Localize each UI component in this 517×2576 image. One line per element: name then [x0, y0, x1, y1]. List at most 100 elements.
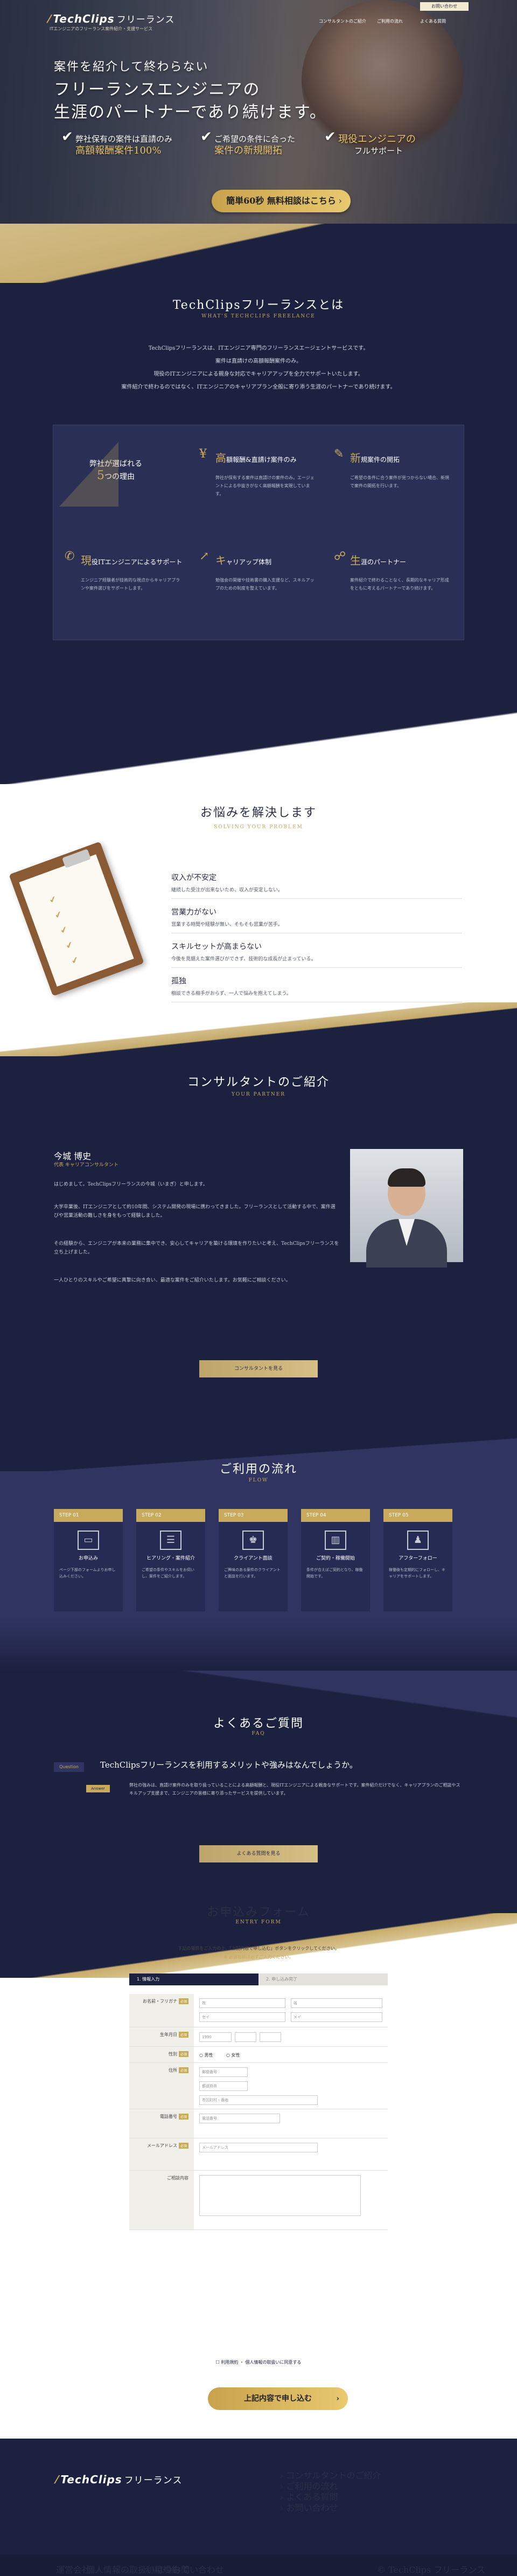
gender-female-label: 女性: [231, 2053, 240, 2058]
message-textarea[interactable]: [199, 2175, 361, 2216]
problem-subtitle: SOLVING YOUR PROBLEM: [214, 825, 303, 830]
gender-female-radio[interactable]: ○ 女性: [226, 2052, 240, 2058]
form-row-mail: メールアドレス 必須 メールアドレス: [129, 2138, 388, 2171]
footer-link-flow[interactable]: › ご利用の流れ: [280, 2479, 388, 2491]
address-input[interactable]: 市区町村・番地: [199, 2095, 318, 2105]
reason-card-5: ☍ 生涯のパートナー 案件紹介で終わることなく、長期的なキャリア形成をともに考え…: [334, 550, 452, 592]
birth-year-select[interactable]: 1990: [199, 2032, 232, 2042]
last-name-input[interactable]: 姓: [199, 1998, 285, 2008]
birth-day-select[interactable]: [260, 2032, 281, 2042]
consultant-role: 代表 キャリアコンサルタント: [54, 1162, 118, 1168]
chevron-right-icon: ›: [336, 2394, 339, 2403]
faq-subtitle: FAQ: [251, 1731, 266, 1736]
birth-month-select[interactable]: [235, 2032, 256, 2042]
hero-title: 案件を紹介して終わらない フリーランスエンジニアの 生涯のパートナーであり続けま…: [54, 56, 327, 124]
header-contact-button[interactable]: お問い合わせ: [420, 2, 469, 11]
problem-2-head: 営業力がない: [171, 908, 216, 917]
problem-title: お悩みを解決します: [200, 806, 317, 820]
reason-card-3: ✆ 現役ITエンジニアによるサポート エンジニア経験者が技術的な視点からキャリア…: [65, 550, 183, 592]
reason-card-1: ¥ 高額報酬&直請け案件のみ 弊社が保有する案件は直請けの案件のみ。エージェント…: [199, 447, 318, 498]
problem-item-1: 収入が不安定 継続した受注が出来ないため、収入が安定しない。: [171, 872, 462, 899]
hero-title-line2: フリーランスエンジニアの: [54, 80, 261, 99]
step-3-label: STEP 03: [219, 1509, 288, 1522]
flow-step-2: STEP 02 ☰ ヒアリング・案件紹介 ご希望の条件やスキルをお伺いし、案件を…: [136, 1509, 205, 1611]
agree-label: 利用規約 ・ 個人情報の取扱いに同意する: [221, 2360, 302, 2365]
form-title: お申込みフォーム: [207, 1906, 310, 1919]
step-4-label: STEP 04: [301, 1509, 370, 1522]
monitor-icon: ▭: [78, 1531, 99, 1550]
faq-more-button[interactable]: よくある質問を見る: [199, 1845, 318, 1862]
footer-link-contact-text: お問い合わせ: [286, 2503, 338, 2513]
faq-question[interactable]: TechClipsフリーランスを利用するメリットや強みはなんでしょうか。: [100, 1759, 358, 1770]
feature-1-line2: 高額報酬案件: [75, 145, 134, 156]
office-icon: ▥: [325, 1531, 346, 1550]
step-3-name: クライアント面談: [234, 1556, 273, 1561]
label-address: 住所 必須: [129, 2063, 194, 2109]
step-4-desc: 条件が合えばご契約となり、稼働開始です。: [306, 1568, 363, 1578]
about-line-2: 案件は直請けの高額報酬案件のみ。: [215, 358, 302, 364]
problem-4-head: 孤独: [171, 977, 186, 986]
check-icon: ✔: [200, 129, 212, 145]
required-badge: 必須: [178, 2143, 188, 2149]
step-2-desc: ご希望の条件やスキルをお伺いし、案件をご紹介します。: [142, 1568, 194, 1578]
hero-feature-3: ✔ 現役エンジニアの フルサポート: [324, 130, 416, 157]
logo-text: TechClips: [53, 12, 115, 25]
card-3-text: エンジニア経験者が技術的な視点からキャリアプランや案件選びをサポートします。: [81, 578, 180, 591]
step-5-name: アフターフォロー: [399, 1556, 437, 1561]
footer-link-faq[interactable]: › よくある質問: [280, 2490, 388, 2502]
footer-link-contact[interactable]: › お問い合わせ: [280, 2501, 388, 2513]
nav-faq[interactable]: よくある質問: [420, 18, 446, 24]
meeting-icon: ♚: [242, 1531, 264, 1550]
footer-link-consultant[interactable]: › コンサルタントのご紹介: [280, 2468, 388, 2481]
about-line-3: 現役のITエンジニアによる親身な対応でキャリアアップを全力でサポートいたします。: [153, 371, 364, 377]
step-5-desc: 稼働後も定期的にフォローし、キャリアをサポートします。: [389, 1568, 445, 1578]
step-4-name: ご契約・稼働開始: [316, 1556, 355, 1561]
consultant-gold-band: [0, 1002, 517, 1056]
submit-label: 上記内容で申し込む: [244, 2394, 312, 2403]
tel-input[interactable]: 電話番号: [199, 2114, 280, 2123]
consultant-more-button[interactable]: コンサルタントを見る: [199, 1360, 318, 1377]
first-kana-input[interactable]: メイ: [291, 2012, 382, 2022]
prefecture-select[interactable]: 都道府県: [199, 2081, 248, 2091]
required-badge: 必須: [178, 2032, 188, 2038]
zip-input[interactable]: 郵便番号: [199, 2067, 248, 2077]
email-input[interactable]: メールアドレス: [199, 2143, 318, 2152]
nav-flow[interactable]: ご利用の流れ: [377, 18, 403, 24]
label-birth-text: 生年月日: [159, 2032, 177, 2037]
question-badge: Question: [54, 1762, 84, 1772]
hero-feature-1: ✔ 弊社保有の案件は直請のみ 高額報酬案件100%: [61, 130, 172, 157]
card-3-cap: 現: [81, 554, 92, 567]
about-gold-band: [0, 224, 517, 283]
flow-step-4: STEP 04 ▥ ご契約・稼働開始 条件が合えばご契約となり、稼働開始です。: [301, 1509, 370, 1611]
last-kana-input[interactable]: セイ: [199, 2012, 285, 2022]
clipboard-image: ✔ ✔ ✔ ✔ ✔: [9, 841, 144, 1005]
gender-male-label: 男性: [204, 2053, 213, 2058]
card-4-text: 勉強会の開催や技術書の購入支援など、スキルアップのための制度を整えています。: [215, 578, 315, 591]
form-row-tel: 電話番号 必須 電話番号: [129, 2109, 388, 2138]
gender-male-radio[interactable]: ○ 男性: [199, 2052, 213, 2058]
problem-4-desc: 相談できる相手がおらず、一人で悩みを抱えてしまう。: [171, 989, 462, 1002]
flow-step-5: STEP 05 ♟ アフターフォロー 稼働後も定期的にフォローし、キャリアをサポ…: [383, 1509, 452, 1611]
reason-deco: [59, 442, 118, 507]
footer-bottom-link-company[interactable]: 運営会社: [56, 2563, 90, 2575]
feature-3-line2: フルサポート: [354, 146, 403, 156]
reason-card-2: ✎ 新規案件の開拓 ご希望の条件に合う案件が見つからない場合、新規で案件の開拓を…: [334, 447, 452, 490]
step-2-name: ヒアリング・案件紹介: [146, 1556, 195, 1561]
about-title: TechClipsフリーランスとは: [172, 299, 345, 312]
chevron-right-icon: ›: [338, 196, 342, 206]
submit-button[interactable]: 上記内容で申し込む ›: [208, 2387, 348, 2410]
footer-bottom-link-contact[interactable]: お問い合わせ: [172, 2563, 224, 2575]
nav-consultant[interactable]: コンサルタントのご紹介: [319, 18, 366, 24]
first-name-input[interactable]: 名: [291, 1998, 382, 2008]
agree-checkbox[interactable]: ☐ 利用規約 ・ 個人情報の取扱いに同意する: [0, 2359, 517, 2365]
problem-1-head: 収入が不安定: [171, 874, 216, 882]
feature-2-line1: ご希望の条件に合った: [214, 134, 296, 144]
footer-logo[interactable]: ⁄ TechClips フリーランス: [56, 2473, 182, 2486]
logo[interactable]: ⁄ TechClips フリーランス: [48, 12, 174, 25]
card-2-cap: 新: [350, 452, 361, 465]
check-icon: ✔: [324, 129, 336, 145]
label-mail-text: メールアドレス: [146, 2143, 177, 2148]
check-icon: ✔: [61, 129, 73, 145]
hero-cta-button[interactable]: 簡単60秒 無料相談はこちら ›: [212, 190, 351, 212]
card-1-text: 弊社が保有する案件は直請けの案件のみ。エージェントによる中抜きがなく高額報酬を実…: [215, 475, 315, 496]
